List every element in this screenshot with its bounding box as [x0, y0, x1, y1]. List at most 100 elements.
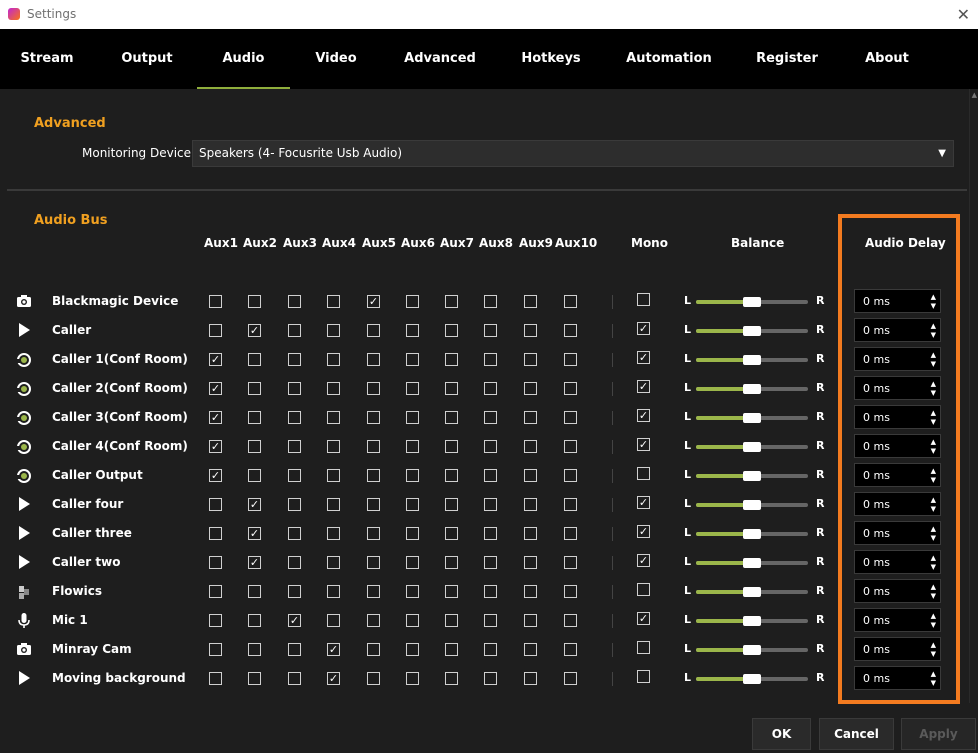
- aux10-checkbox[interactable]: [564, 585, 577, 598]
- aux6-checkbox[interactable]: [406, 382, 419, 395]
- aux8-checkbox[interactable]: [484, 643, 497, 656]
- aux5-checkbox[interactable]: [367, 353, 380, 366]
- aux5-checkbox[interactable]: [367, 324, 380, 337]
- balance-slider-thumb[interactable]: [743, 645, 761, 655]
- aux3-checkbox[interactable]: [288, 324, 301, 337]
- aux8-checkbox[interactable]: [484, 295, 497, 308]
- aux7-checkbox[interactable]: [445, 498, 458, 511]
- aux8-checkbox[interactable]: [484, 527, 497, 540]
- balance-slider-thumb[interactable]: [743, 297, 761, 307]
- aux4-checkbox[interactable]: [327, 556, 340, 569]
- balance-slider-thumb[interactable]: [743, 471, 761, 481]
- aux1-checkbox[interactable]: [209, 585, 222, 598]
- aux2-checkbox[interactable]: [248, 382, 261, 395]
- aux7-checkbox[interactable]: [445, 411, 458, 424]
- aux3-checkbox[interactable]: [288, 527, 301, 540]
- aux2-checkbox[interactable]: [248, 295, 261, 308]
- aux10-checkbox[interactable]: [564, 353, 577, 366]
- aux9-checkbox[interactable]: [524, 382, 537, 395]
- balance-slider[interactable]: [696, 471, 808, 481]
- aux2-checkbox[interactable]: [248, 353, 261, 366]
- monitoring-device-select[interactable]: Speakers (4- Focusrite Usb Audio) ▼: [192, 140, 954, 167]
- aux1-checkbox[interactable]: [209, 614, 222, 627]
- mono-checkbox[interactable]: [637, 467, 650, 480]
- aux10-checkbox[interactable]: [564, 469, 577, 482]
- aux1-checkbox[interactable]: [209, 672, 222, 685]
- balance-slider[interactable]: [696, 326, 808, 336]
- aux5-checkbox[interactable]: [367, 614, 380, 627]
- aux4-checkbox[interactable]: [327, 382, 340, 395]
- aux5-checkbox[interactable]: [367, 585, 380, 598]
- aux5-checkbox[interactable]: [367, 411, 380, 424]
- aux7-checkbox[interactable]: [445, 556, 458, 569]
- aux5-checkbox[interactable]: [367, 469, 380, 482]
- tab-output[interactable]: Output: [114, 29, 180, 89]
- balance-slider[interactable]: [696, 355, 808, 365]
- aux8-checkbox[interactable]: [484, 469, 497, 482]
- aux1-checkbox[interactable]: ✓: [209, 469, 222, 482]
- mono-checkbox[interactable]: ✓: [637, 351, 650, 364]
- aux7-checkbox[interactable]: [445, 440, 458, 453]
- aux6-checkbox[interactable]: [406, 324, 419, 337]
- mono-checkbox[interactable]: ✓: [637, 409, 650, 422]
- aux6-checkbox[interactable]: [406, 672, 419, 685]
- aux5-checkbox[interactable]: [367, 672, 380, 685]
- balance-slider[interactable]: [696, 616, 808, 626]
- mono-checkbox[interactable]: [637, 670, 650, 683]
- balance-slider[interactable]: [696, 413, 808, 423]
- mono-checkbox[interactable]: ✓: [637, 612, 650, 625]
- aux7-checkbox[interactable]: [445, 469, 458, 482]
- aux1-checkbox[interactable]: ✓: [209, 440, 222, 453]
- aux4-checkbox[interactable]: [327, 411, 340, 424]
- aux8-checkbox[interactable]: [484, 382, 497, 395]
- aux3-checkbox[interactable]: [288, 295, 301, 308]
- aux9-checkbox[interactable]: [524, 556, 537, 569]
- balance-slider[interactable]: [696, 558, 808, 568]
- aux4-checkbox[interactable]: [327, 295, 340, 308]
- aux10-checkbox[interactable]: [564, 498, 577, 511]
- aux4-checkbox[interactable]: [327, 469, 340, 482]
- apply-button[interactable]: Apply: [901, 718, 976, 750]
- aux8-checkbox[interactable]: [484, 585, 497, 598]
- tab-automation[interactable]: Automation: [625, 29, 713, 89]
- aux9-checkbox[interactable]: [524, 585, 537, 598]
- aux6-checkbox[interactable]: [406, 411, 419, 424]
- tab-register[interactable]: Register: [753, 29, 821, 89]
- mono-checkbox[interactable]: ✓: [637, 380, 650, 393]
- aux10-checkbox[interactable]: [564, 527, 577, 540]
- aux5-checkbox[interactable]: [367, 643, 380, 656]
- balance-slider-thumb[interactable]: [743, 355, 761, 365]
- aux6-checkbox[interactable]: [406, 295, 419, 308]
- aux6-checkbox[interactable]: [406, 585, 419, 598]
- aux9-checkbox[interactable]: [524, 498, 537, 511]
- aux6-checkbox[interactable]: [406, 614, 419, 627]
- aux3-checkbox[interactable]: [288, 353, 301, 366]
- aux9-checkbox[interactable]: [524, 469, 537, 482]
- mono-checkbox[interactable]: ✓: [637, 322, 650, 335]
- aux3-checkbox[interactable]: [288, 498, 301, 511]
- tab-video[interactable]: Video: [306, 29, 366, 89]
- aux5-checkbox[interactable]: ✓: [367, 295, 380, 308]
- aux9-checkbox[interactable]: [524, 614, 537, 627]
- aux6-checkbox[interactable]: [406, 498, 419, 511]
- aux6-checkbox[interactable]: [406, 469, 419, 482]
- aux1-checkbox[interactable]: [209, 527, 222, 540]
- balance-slider-thumb[interactable]: [743, 326, 761, 336]
- aux6-checkbox[interactable]: [406, 556, 419, 569]
- balance-slider-thumb[interactable]: [743, 529, 761, 539]
- aux8-checkbox[interactable]: [484, 672, 497, 685]
- aux1-checkbox[interactable]: [209, 295, 222, 308]
- tab-hotkeys[interactable]: Hotkeys: [517, 29, 585, 89]
- balance-slider[interactable]: [696, 297, 808, 307]
- aux8-checkbox[interactable]: [484, 324, 497, 337]
- balance-slider-thumb[interactable]: [743, 587, 761, 597]
- aux2-checkbox[interactable]: [248, 614, 261, 627]
- aux7-checkbox[interactable]: [445, 585, 458, 598]
- balance-slider-thumb[interactable]: [743, 413, 761, 423]
- aux9-checkbox[interactable]: [524, 411, 537, 424]
- balance-slider-thumb[interactable]: [743, 616, 761, 626]
- aux7-checkbox[interactable]: [445, 353, 458, 366]
- aux8-checkbox[interactable]: [484, 614, 497, 627]
- aux3-checkbox[interactable]: [288, 643, 301, 656]
- scroll-up-icon[interactable]: ▲: [972, 91, 977, 99]
